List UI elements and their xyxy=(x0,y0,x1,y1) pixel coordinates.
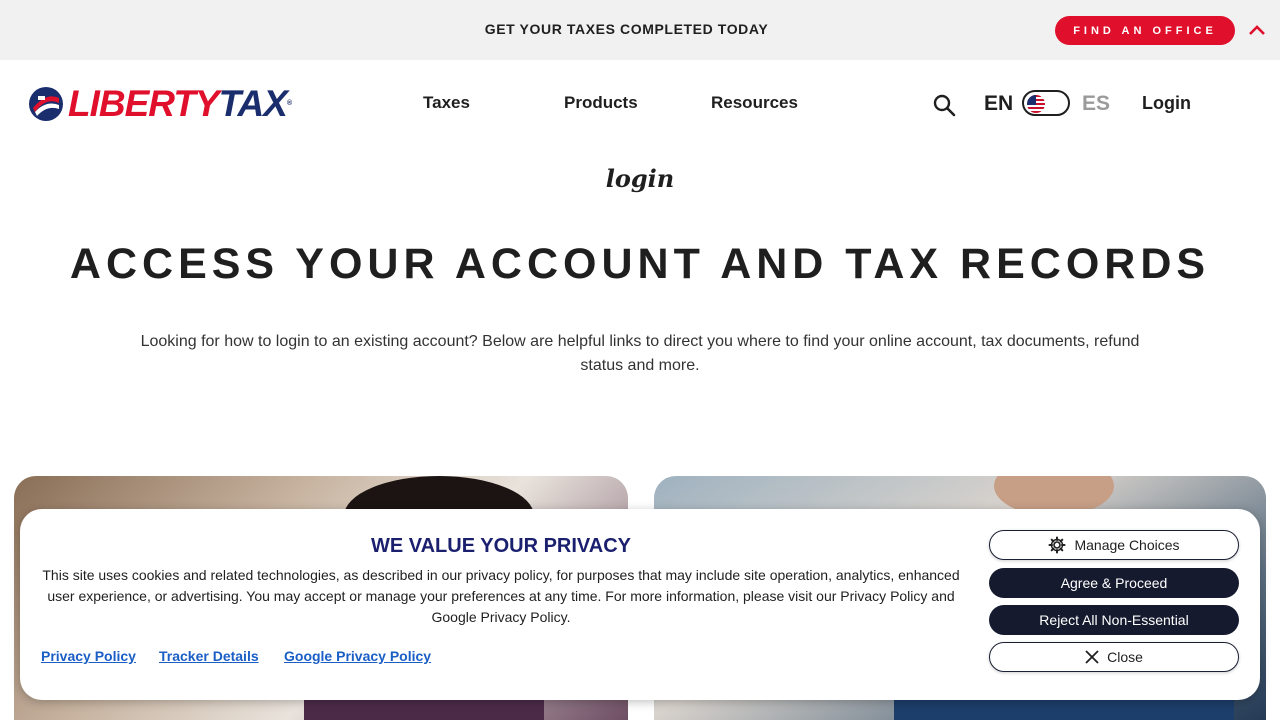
page-eyebrow: login xyxy=(605,164,675,193)
logo-wordmark: LIBERTYTAX® xyxy=(68,83,292,124)
close-label: Close xyxy=(1107,649,1143,665)
google-privacy-policy-link[interactable]: Google Privacy Policy xyxy=(284,648,431,664)
language-es[interactable]: ES xyxy=(1082,92,1110,116)
nav-item-resources[interactable]: Resources xyxy=(711,93,798,113)
manage-choices-label: Manage Choices xyxy=(1074,537,1180,553)
privacy-policy-link[interactable]: Privacy Policy xyxy=(41,648,136,664)
promo-bar: GET YOUR TAXES COMPLETED TODAY FIND AN O… xyxy=(0,0,1280,60)
language-toggle[interactable] xyxy=(1022,90,1070,116)
logo-registered-mark: ® xyxy=(286,100,292,107)
language-en[interactable]: EN xyxy=(984,92,1013,116)
tracker-details-link[interactable]: Tracker Details xyxy=(159,648,259,664)
page-description: Looking for how to login to an existing … xyxy=(140,333,1140,374)
search-icon[interactable] xyxy=(932,93,956,117)
privacy-title: WE VALUE YOUR PRIVACY xyxy=(370,535,632,557)
nav-item-taxes[interactable]: Taxes xyxy=(423,93,470,113)
close-button[interactable]: Close xyxy=(989,642,1239,672)
liberty-tax-logo[interactable]: LIBERTYTAX® xyxy=(28,83,292,124)
page-title: ACCESS YOUR ACCOUNT AND TAX RECORDS xyxy=(69,240,1211,288)
liberty-logo-emblem-icon xyxy=(29,87,63,121)
manage-choices-button[interactable]: Manage Choices xyxy=(989,530,1239,560)
find-office-button[interactable]: FIND AN OFFICE xyxy=(1055,16,1235,45)
login-link[interactable]: Login xyxy=(1142,93,1191,114)
us-flag-icon xyxy=(1027,95,1045,113)
chevron-up-icon[interactable] xyxy=(1247,22,1267,38)
nav-item-products[interactable]: Products xyxy=(564,93,638,113)
privacy-body: This site uses cookies and related techn… xyxy=(42,567,960,625)
close-icon xyxy=(1085,650,1099,664)
privacy-banner: WE VALUE YOUR PRIVACY This site uses coo… xyxy=(20,509,1260,700)
logo-tax: TAX xyxy=(218,83,288,124)
gear-icon xyxy=(1048,536,1066,554)
agree-proceed-button[interactable]: Agree & Proceed xyxy=(989,568,1239,598)
logo-liberty: LIBERTY xyxy=(68,83,220,124)
reject-non-essential-button[interactable]: Reject All Non-Essential xyxy=(989,605,1239,635)
